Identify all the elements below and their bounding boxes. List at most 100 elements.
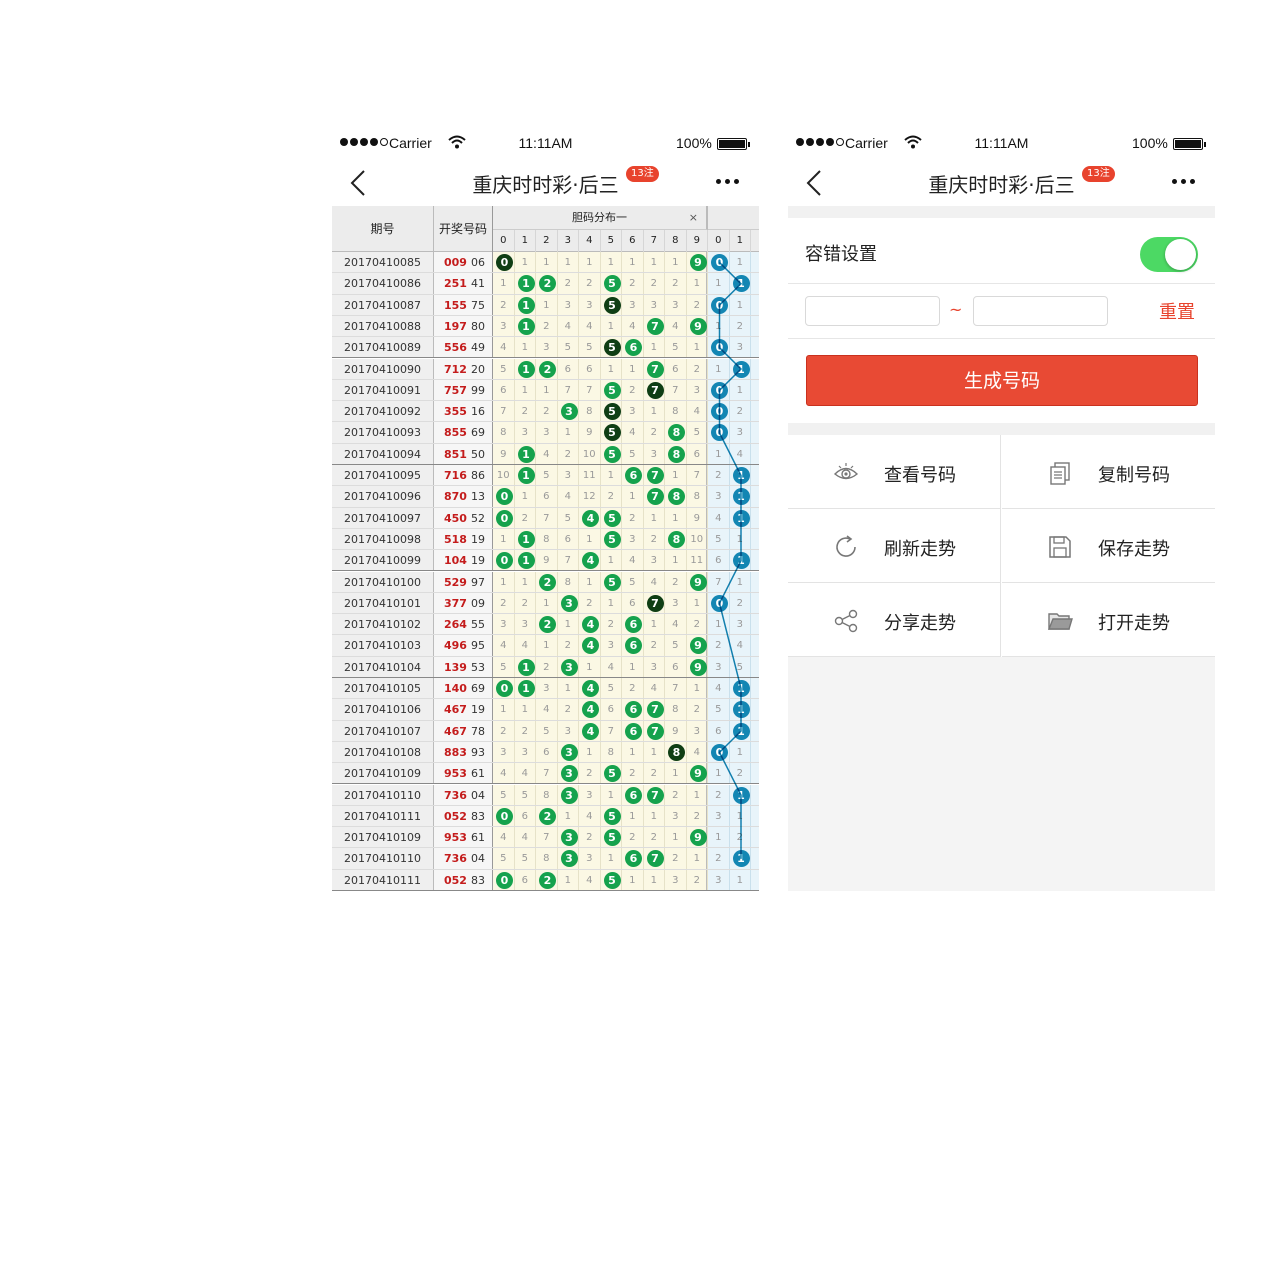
trend-table[interactable]: 期号 开奖号码 胆码分布一 × 012345678901 20170410085…: [332, 206, 759, 891]
miss-cell: 3: [558, 741, 579, 763]
number-ball: 5: [603, 403, 621, 421]
miss-cell: 1: [579, 656, 601, 677]
number-ball: 5: [603, 339, 621, 357]
miss-cell: 4: [622, 550, 644, 571]
close-icon[interactable]: ×: [689, 206, 698, 230]
miss-cell: 2: [558, 443, 579, 464]
draw-tail: 86: [470, 469, 485, 482]
draw-number: 467 19: [434, 699, 493, 720]
miss-cell: 9: [687, 635, 708, 656]
tolerance-toggle[interactable]: [1140, 237, 1198, 272]
miss-cell: 0: [708, 401, 730, 422]
miss-cell: 4: [665, 614, 687, 635]
miss-cell: 6: [622, 614, 644, 635]
miss-cell: 9: [536, 550, 558, 571]
miss-cell: 4: [579, 720, 601, 741]
miss-cell: 1: [665, 465, 687, 486]
number-ball: 0: [711, 254, 728, 271]
miss-cell: 3: [558, 848, 579, 869]
number-ball: 0: [711, 594, 728, 612]
trend-zone: 02: [708, 592, 759, 614]
miss-cell: 7: [579, 379, 601, 401]
miss-cell: 3: [558, 592, 579, 614]
range-to-input[interactable]: [973, 296, 1108, 326]
battery-icon: [717, 138, 750, 150]
number-ball: 5: [603, 871, 621, 889]
miss-cell: 3: [708, 869, 730, 890]
trend-zone: 71: [708, 571, 759, 592]
draw-number: 953 61: [434, 827, 493, 848]
miss-cell: 8: [665, 741, 687, 763]
table-row: 20170410109 953 61 4 4 7 3 2 5 2 2 1 9 1 2: [332, 827, 759, 849]
miss-cell: 1: [558, 252, 579, 273]
more-icon[interactable]: [716, 179, 739, 184]
action-open-trend[interactable]: 打开走势: [1002, 583, 1215, 657]
draw-number: 251 41: [434, 273, 493, 294]
number-ball: 6: [625, 701, 642, 719]
action-copy-numbers[interactable]: 复制号码: [1002, 435, 1215, 509]
draw-tail: 61: [470, 767, 485, 781]
miss-cell: 3: [493, 315, 515, 337]
miss-cell: 1: [708, 614, 730, 635]
table-row: 20170410109 953 61 4 4 7 3 2 5 2 2 1 9 1 2: [332, 763, 759, 785]
number-ball: 2: [539, 616, 556, 634]
miss-cell: 1: [644, 401, 665, 422]
miss-cell: 3: [579, 848, 601, 869]
reset-button[interactable]: 重置: [1159, 298, 1195, 324]
miss-cell: 8: [536, 848, 558, 869]
more-icon[interactable]: [1172, 179, 1195, 184]
miss-cell: 6: [708, 720, 730, 741]
miss-cell: 5: [601, 507, 622, 528]
action-save-trend[interactable]: 保存走势: [1002, 509, 1215, 583]
action-refresh-trend[interactable]: 刷新走势: [788, 509, 1001, 583]
miss-cell: 8: [558, 571, 579, 592]
table-row: 20170410098 518 19 1 1 8 6 1 5 3 2 8 10 5 1: [332, 528, 759, 551]
number-ball: 9: [689, 658, 707, 676]
draw-number: 104 19: [434, 550, 493, 571]
number-ball: 7: [646, 317, 664, 335]
number-ball: 1: [732, 275, 750, 293]
draw-number: 870 13: [434, 486, 493, 507]
miss-cell: 2: [579, 592, 601, 614]
number-ball: 0: [496, 254, 513, 271]
digit-header: 0: [493, 230, 515, 252]
digit-header: 5: [601, 230, 622, 252]
miss-cell: 3: [665, 294, 687, 315]
generate-button[interactable]: 生成号码: [806, 355, 1198, 406]
draw-tail: 16: [470, 405, 485, 419]
issue-number: 20170410111: [332, 805, 434, 827]
action-label: 查看号码: [884, 465, 956, 486]
draw-main: 518: [444, 532, 467, 546]
miss-cell: 5: [601, 805, 622, 827]
miss-cell: 4: [708, 678, 730, 699]
action-view-numbers[interactable]: 查看号码: [788, 435, 1001, 509]
miss-cell: 2: [644, 635, 665, 656]
battery-percent: 100%: [676, 135, 712, 151]
miss-cell: 5: [493, 848, 515, 869]
miss-cell: 3: [579, 294, 601, 315]
miss-cell: 3: [515, 614, 536, 635]
action-share-trend[interactable]: 分享走势: [788, 583, 1001, 657]
number-ball: 1: [517, 680, 535, 697]
miss-cell: 5: [536, 465, 558, 486]
miss-cell: 7: [536, 827, 558, 848]
trend-zone: 02: [708, 401, 759, 422]
distribution-zone: 3124414749: [493, 315, 708, 337]
digit-header: 1: [730, 230, 751, 252]
number-ball: 0: [496, 871, 513, 889]
draw-number: 140 69: [434, 678, 493, 699]
number-ball: 5: [603, 530, 621, 548]
number-ball: 1: [732, 360, 750, 378]
number-ball: 5: [603, 296, 621, 314]
draw-main: 467: [444, 703, 467, 717]
number-ball: 3: [560, 829, 578, 847]
draw-tail: 95: [470, 639, 485, 653]
miss-cell: 2: [622, 273, 644, 294]
miss-cell: 2: [515, 720, 536, 741]
miss-cell: 3: [536, 337, 558, 358]
draw-number: 736 04: [434, 848, 493, 869]
range-from-input[interactable]: [805, 296, 940, 326]
miss-cell: 2: [687, 294, 708, 315]
miss-cell: 1: [601, 784, 622, 805]
miss-cell: 8: [665, 443, 687, 464]
